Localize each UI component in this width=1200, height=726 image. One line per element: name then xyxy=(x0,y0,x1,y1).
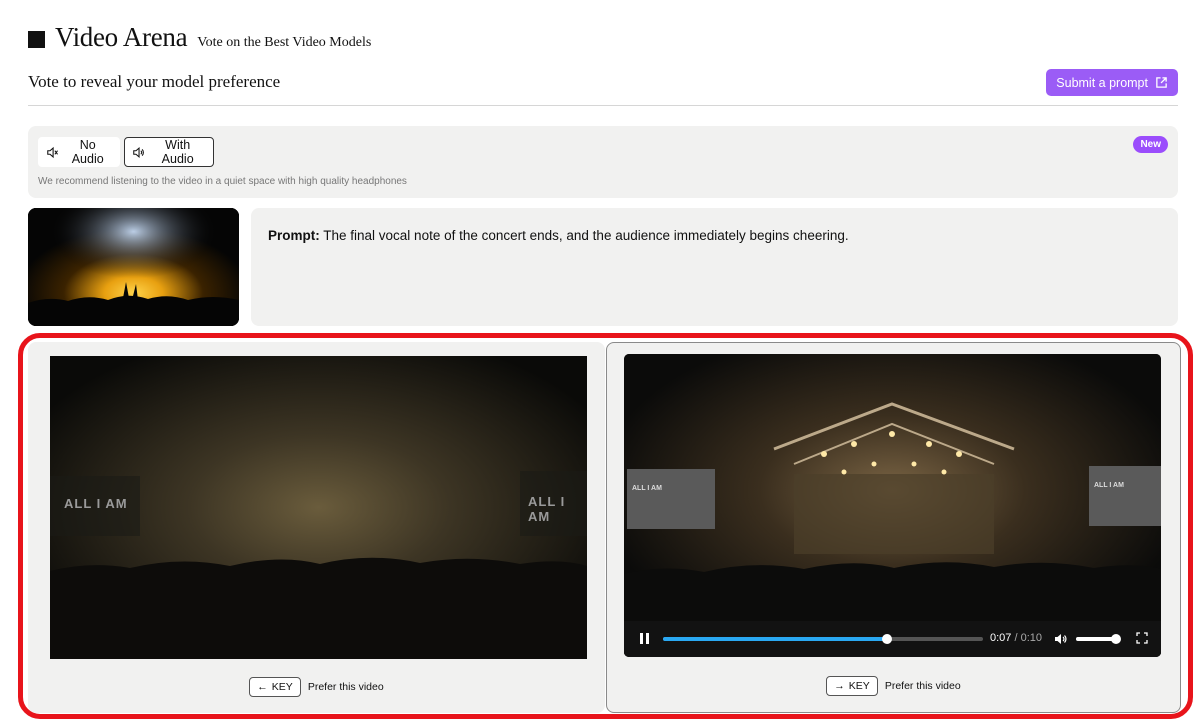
app-subtitle: Vote on the Best Video Models xyxy=(197,35,372,50)
video-right-screen-text: ALL I AM xyxy=(632,485,662,492)
progress-handle[interactable] xyxy=(882,634,892,644)
video-right-screen-text-right: ALL I AM xyxy=(1094,482,1124,489)
fullscreen-icon[interactable] xyxy=(1136,632,1148,644)
current-time: 0:07 xyxy=(990,632,1012,644)
video-left-screen-text-right: ALL I AM xyxy=(528,494,566,524)
app-title: Video Arena xyxy=(55,22,188,52)
time-display: 0:07 / 0:10 xyxy=(990,632,1043,644)
volume-handle[interactable] xyxy=(1110,634,1121,644)
no-audio-toggle[interactable]: No Audio xyxy=(38,137,120,167)
video-left[interactable]: ALL I AM ALL I AM xyxy=(50,356,587,659)
prompt-thumbnail xyxy=(28,208,239,326)
video-panel-left[interactable]: ALL I AM ALL I AM ← KEY Prefer this vide… xyxy=(28,342,605,713)
volume-icon[interactable] xyxy=(1053,632,1067,646)
speaker-muted-icon xyxy=(47,146,58,158)
audio-recommendation: We recommend listening to the video in a… xyxy=(38,176,407,187)
submit-prompt-label: Submit a prompt xyxy=(1056,75,1148,90)
subheader: Vote to reveal your model preference Sub… xyxy=(28,66,1178,106)
vote-row-right: → KEY Prefer this video xyxy=(607,676,1180,696)
external-link-icon xyxy=(1156,77,1167,88)
progress-fill xyxy=(663,637,887,641)
with-audio-label: With Audio xyxy=(161,138,194,166)
logo-square-icon xyxy=(28,30,45,48)
speaker-on-icon xyxy=(133,146,144,158)
no-audio-label: No Audio xyxy=(71,138,104,166)
prompt-value: The final vocal note of the concert ends… xyxy=(323,228,849,243)
audio-settings-panel: No Audio With Audio We recommend listeni… xyxy=(28,126,1178,198)
key-label: KEY xyxy=(271,681,293,693)
key-label: KEY xyxy=(848,680,870,692)
with-audio-toggle[interactable]: With Audio xyxy=(124,137,214,167)
prompt-label: Prompt: xyxy=(268,228,320,243)
video-player-controls: 0:07 / 0:10 xyxy=(624,621,1161,657)
video-left-screen-text: ALL I AM xyxy=(64,496,128,511)
prefer-left-key-button[interactable]: ← KEY xyxy=(249,677,301,697)
right-arrow-icon: → xyxy=(834,680,845,692)
left-arrow-icon: ← xyxy=(257,681,268,693)
page-title: Vote to reveal your model preference xyxy=(28,72,281,91)
prompt-box: Prompt: The final vocal note of the conc… xyxy=(251,208,1178,326)
prompt-text: Prompt: The final vocal note of the conc… xyxy=(268,228,849,243)
prefer-right-label[interactable]: Prefer this video xyxy=(885,680,961,692)
video-comparison-region: ALL I AM ALL I AM ← KEY Prefer this vide… xyxy=(18,333,1193,719)
duration: 0:10 xyxy=(1020,632,1043,644)
pause-icon[interactable] xyxy=(639,633,650,645)
vote-row-left: ← KEY Prefer this video xyxy=(28,677,605,697)
video-right[interactable]: ALL I AM ALL I AM 0:07 / 0:10 xyxy=(624,354,1161,657)
volume-fill xyxy=(1076,637,1116,641)
concert-thumbnail-image xyxy=(28,208,239,326)
video-right-frame xyxy=(624,354,1161,657)
submit-prompt-button[interactable]: Submit a prompt xyxy=(1046,69,1178,96)
video-left-frame xyxy=(50,356,587,659)
prefer-right-key-button[interactable]: → KEY xyxy=(826,676,878,696)
video-panel-right[interactable]: ALL I AM ALL I AM 0:07 / 0:10 → KEY Pref… xyxy=(606,342,1181,713)
volume-slider[interactable] xyxy=(1076,634,1121,644)
app-header: Video Arena Vote on the Best Video Model… xyxy=(28,22,371,53)
progress-bar[interactable] xyxy=(663,634,983,644)
new-badge: New xyxy=(1133,136,1168,153)
prefer-left-label[interactable]: Prefer this video xyxy=(308,681,384,693)
